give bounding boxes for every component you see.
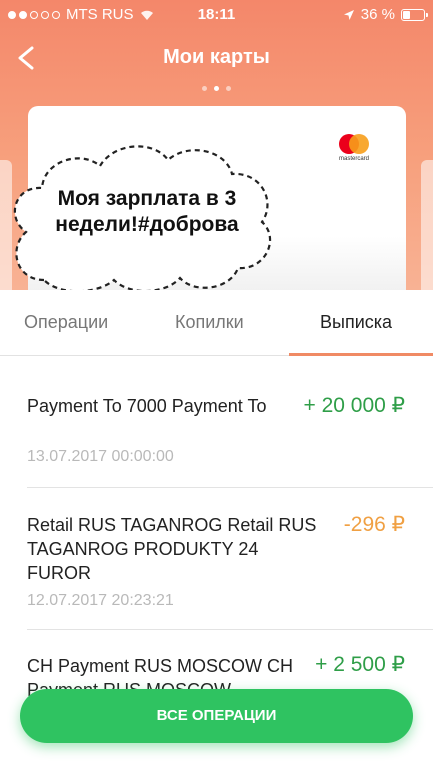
location-arrow-icon [343, 9, 354, 20]
transaction-date: 12.07.2017 20:23:21 [27, 592, 174, 609]
transaction-title: Payment To 7000 Payment To [27, 396, 267, 416]
page-title: Мои карты [163, 46, 270, 68]
thought-bubble-sticker: Моя зарплата в 3 недели!#доброва [4, 130, 280, 290]
tab-bar: Операции Копилки Выписка [0, 290, 433, 356]
card-pager[interactable] [0, 86, 433, 91]
header-banner: MTS RUS 18:11 36 % Мои карты mastercard [0, 0, 433, 290]
list-item[interactable]: Retail RUS TAGANROG Retail RUS TAGANROG … [0, 488, 433, 630]
transaction-date: 13.07.2017 00:00:00 [27, 448, 174, 465]
mastercard-logo: mastercard [334, 134, 374, 162]
next-card-peek[interactable] [421, 160, 433, 290]
tab-statement[interactable]: Выписка [320, 312, 392, 333]
all-operations-button[interactable]: ВСЕ ОПЕРАЦИИ [20, 689, 413, 743]
battery-icon [401, 8, 428, 21]
tab-piggy-banks[interactable]: Копилки [175, 312, 244, 333]
transaction-amount: -296 ₽ [343, 513, 405, 536]
pager-dot-active[interactable] [214, 86, 219, 91]
list-item[interactable]: Payment To 7000 Payment To + 20 000 ₽ 13… [0, 356, 433, 488]
pager-dot[interactable] [202, 86, 207, 91]
pager-dot[interactable] [226, 86, 231, 91]
transaction-title: Retail RUS TAGANROG Retail RUS TAGANROG … [27, 515, 317, 583]
transaction-amount: + 2 500 ₽ [315, 653, 405, 676]
bubble-caption: Моя зарплата в 3 недели!#доброва [55, 187, 239, 236]
status-bar: MTS RUS 18:11 36 % [0, 0, 433, 30]
tab-operations[interactable]: Операции [24, 312, 108, 333]
navigation-bar: Мои карты [0, 38, 433, 78]
status-right: 36 % [343, 6, 428, 23]
battery-percent: 36 % [360, 6, 395, 23]
mastercard-label: mastercard [338, 156, 369, 162]
transaction-amount: + 20 000 ₽ [303, 394, 405, 417]
